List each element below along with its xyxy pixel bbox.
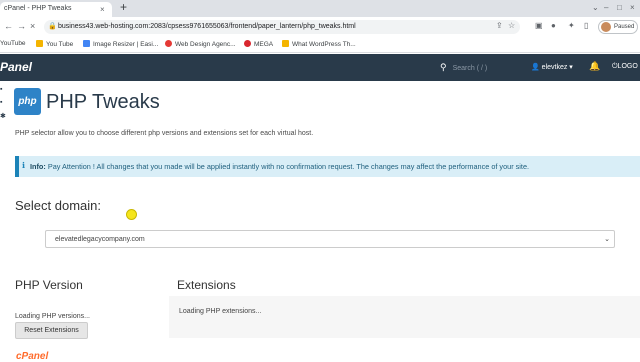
alert-label: Info: bbox=[30, 162, 46, 171]
maximize-icon[interactable]: □ bbox=[617, 3, 622, 12]
stop-icon[interactable]: × bbox=[30, 21, 35, 31]
extensions-icon[interactable]: ✦ bbox=[568, 21, 575, 30]
extensions-heading: Extensions bbox=[177, 278, 236, 292]
bookmark-mega[interactable]: MEGA bbox=[244, 40, 273, 48]
bookmark-image-resizer[interactable]: Image Resizer | Easi... bbox=[83, 40, 158, 48]
info-icon: ℹ bbox=[22, 161, 26, 170]
share-icon[interactable]: ⇪ bbox=[496, 21, 503, 30]
bookmark-star-icon[interactable]: ☆ bbox=[508, 21, 515, 30]
cpanel-header: Panel ⚲ Search ( / ) 👤 elevtkez ▾ 🔔 ⏻LOGO bbox=[0, 54, 640, 81]
chevron-down-icon: ⌄ bbox=[604, 236, 610, 243]
select-domain-label: Select domain: bbox=[15, 198, 101, 213]
folder-icon bbox=[282, 40, 289, 47]
browser-toolbar: ← → × 🔒 business43.web-hosting.com:2083/… bbox=[0, 17, 640, 37]
search-placeholder: Search ( / ) bbox=[452, 65, 488, 72]
bookmarks-bar: YouTube You Tube Image Resizer | Easi...… bbox=[0, 37, 640, 53]
logout-button[interactable]: ⏻LOGO bbox=[612, 63, 638, 71]
browser-tab-bar: cPanel - PHP Tweaks × + ⌄ – □ × bbox=[0, 0, 640, 17]
bookmark-wordpress[interactable]: What WordPress Th... bbox=[282, 40, 356, 48]
tab-title: cPanel - PHP Tweaks bbox=[4, 5, 72, 12]
image-icon bbox=[83, 40, 90, 47]
avatar bbox=[601, 22, 611, 32]
domain-select[interactable]: elevatedlegacycompany.com ⌄ bbox=[45, 230, 615, 248]
address-bar[interactable]: 🔒 business43.web-hosting.com:2083/cpsess… bbox=[44, 20, 520, 34]
search-input[interactable]: ⚲ Search ( / ) bbox=[440, 62, 487, 73]
loading-versions-text: Loading PHP versions... bbox=[15, 313, 90, 320]
page-title: PHP Tweaks bbox=[46, 91, 160, 113]
lock-icon[interactable]: 🔒 bbox=[48, 22, 57, 30]
folder-icon bbox=[36, 40, 43, 47]
site-icon bbox=[165, 40, 172, 47]
camera-icon[interactable]: ▣ bbox=[535, 21, 543, 30]
sidebar-icon[interactable]: ▯ bbox=[584, 21, 588, 30]
cpanel-logo[interactable]: Panel bbox=[0, 60, 32, 74]
profile-button[interactable]: Paused bbox=[598, 20, 638, 34]
sidebar-strip[interactable]: ▪ ▪ ✱ bbox=[0, 86, 6, 120]
php-icon: php bbox=[14, 88, 41, 115]
grid-icon[interactable]: ▪ bbox=[0, 86, 5, 93]
url-text: business43.web-hosting.com:2083/cpsess97… bbox=[58, 23, 356, 30]
chart-icon[interactable]: ▪ bbox=[0, 99, 5, 106]
bookmark-label: What WordPress Th... bbox=[292, 41, 356, 48]
loading-extensions-text: Loading PHP extensions... bbox=[179, 308, 262, 315]
reset-extensions-button[interactable]: Reset Extensions bbox=[15, 322, 88, 339]
window-close-icon[interactable]: × bbox=[630, 3, 635, 12]
user-menu[interactable]: 👤 elevtkez ▾ bbox=[531, 63, 573, 71]
bookmark-youtube[interactable]: YouTube bbox=[0, 40, 26, 47]
alert-text: Pay Attention ! All changes that you mad… bbox=[47, 162, 530, 171]
mega-icon bbox=[244, 40, 251, 47]
close-icon[interactable]: × bbox=[100, 5, 105, 14]
settings-icon[interactable]: ✱ bbox=[0, 112, 6, 120]
bookmark-label: Image Resizer | Easi... bbox=[93, 41, 159, 48]
minimize-icon[interactable]: – bbox=[604, 3, 608, 12]
chevron-down-icon[interactable]: ⌄ bbox=[592, 3, 599, 12]
grammarly-icon[interactable]: ● bbox=[551, 21, 556, 30]
info-alert: ℹ Info: Pay Attention ! All changes that… bbox=[15, 156, 640, 177]
logout-label: LOGO bbox=[617, 63, 638, 70]
bookmark-label: You Tube bbox=[46, 41, 74, 48]
domain-value: elevatedlegacycompany.com bbox=[55, 236, 145, 243]
page-description: PHP selector allow you to choose differe… bbox=[15, 130, 314, 137]
php-icon-text: php bbox=[18, 96, 37, 107]
browser-tab[interactable]: cPanel - PHP Tweaks × bbox=[0, 2, 112, 17]
bookmark-label: Web Design Agenc... bbox=[175, 41, 236, 48]
bookmark-label: YouTube bbox=[0, 40, 26, 47]
bookmark-you-tube[interactable]: You Tube bbox=[36, 40, 73, 48]
forward-icon[interactable]: → bbox=[17, 21, 26, 31]
new-tab-button[interactable]: + bbox=[120, 0, 127, 14]
cursor-highlight bbox=[126, 209, 137, 220]
profile-label: Paused bbox=[614, 24, 635, 30]
back-icon[interactable]: ← bbox=[4, 21, 13, 31]
bookmark-web-design[interactable]: Web Design Agenc... bbox=[165, 40, 236, 48]
user-name: elevtkez bbox=[541, 64, 568, 71]
bell-icon[interactable]: 🔔 bbox=[589, 61, 600, 72]
search-icon[interactable]: ⚲ bbox=[440, 62, 447, 72]
bookmark-label: MEGA bbox=[254, 41, 274, 48]
extensions-panel bbox=[169, 296, 640, 338]
php-version-heading: PHP Version bbox=[15, 278, 83, 292]
footer-logo: cPanel bbox=[16, 351, 49, 362]
